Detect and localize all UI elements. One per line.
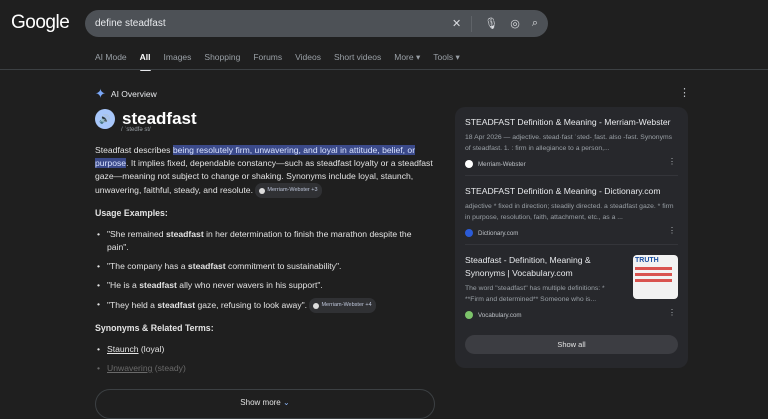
list-item: "The company has a steadfast commitment … [95,260,435,273]
more-options-icon[interactable]: ⋮ [668,157,676,166]
divider [471,15,473,32]
source-snippet: adjective * fixed in direction; steadily… [465,203,674,221]
search-input[interactable]: define steadfast [95,18,440,29]
source-snippet: 18 Apr 2026 — adjective. stead·fast ˈste… [465,134,673,152]
merriam-webster-favicon-icon [465,160,473,168]
thumbnail-text: TRUTH [635,257,659,264]
more-options-icon[interactable]: ⋮ [679,86,690,99]
list-item: Staunch (loyal) [95,343,435,356]
word: steadfast [122,109,197,128]
synonym-link[interactable]: Unwavering [107,363,152,373]
list-item: Unwavering (steady) [95,362,435,375]
search-box[interactable]: define steadfast ✕ 🎙 ◎ ⌕ [85,10,548,37]
dictionary-favicon-icon [465,229,473,237]
source-site: Dictionary.com [478,229,519,237]
clear-icon[interactable]: ✕ [452,17,461,30]
citation-label: Merriam-Webster +4 [321,302,372,308]
source-title[interactable]: Steadfast - Definition, Meaning & Synony… [465,254,625,280]
list-item: "They held a steadfast gaze, refusing to… [95,298,435,313]
source-title[interactable]: STEADFAST Definition & Meaning - Diction… [465,185,678,198]
microphone-icon[interactable]: 🎙 [484,17,498,30]
more-options-icon[interactable]: ⋮ [668,308,676,317]
source-title[interactable]: STEADFAST Definition & Meaning - Merriam… [465,116,678,129]
word-heading: 🔊 steadfast [95,109,197,129]
show-more-button[interactable]: Show more ⌄ [95,389,435,419]
source-snippet: The word "steadfast" has multiple defini… [465,285,605,303]
list-item: "He is a steadfast ally who never wavers… [95,279,435,292]
definition-paragraph: Steadfast describes being resolutely fir… [95,144,435,198]
sparkle-icon: ✦ [95,86,106,101]
citation-label: Merriam-Webster +3 [267,187,318,193]
ai-overview-header: ✦ AI Overview [95,86,157,102]
desc-text: Steadfast describes [95,145,173,155]
synonyms-heading: Synonyms & Related Terms: [95,323,214,333]
source-site: Vocabulary.com [478,311,522,319]
source-card[interactable]: STEADFAST Definition & Meaning - Diction… [465,176,678,245]
merriam-webster-favicon-icon [259,187,266,194]
source-card[interactable]: STEADFAST Definition & Meaning - Merriam… [465,107,678,176]
usage-heading: Usage Examples: [95,208,168,218]
lens-icon[interactable]: ◎ [510,17,520,30]
sources-panel: STEADFAST Definition & Meaning - Merriam… [455,107,688,368]
vocabulary-favicon-icon [465,311,473,319]
list-item: "She remained steadfast in her determina… [95,228,435,254]
google-logo[interactable]: Google [11,12,70,34]
citation-chip[interactable]: Merriam-Webster +3 [255,183,322,198]
source-card[interactable]: Steadfast - Definition, Meaning & Synony… [465,245,678,326]
search-icon[interactable]: ⌕ [532,17,538,30]
ai-overview-body: Steadfast describes being resolutely fir… [95,144,435,381]
source-site: Merriam-Webster [478,160,526,168]
citation-chip[interactable]: Merriam-Webster +4 [309,298,376,313]
pronunciation: / ˈstedfə st/ [121,127,151,133]
show-all-button[interactable]: Show all [465,335,678,354]
synonyms-list: Staunch (loyal) Unwavering (steady) [95,343,435,375]
synonym-link[interactable]: Staunch [107,344,139,354]
merriam-webster-favicon-icon [313,302,320,309]
examples-list: "She remained steadfast in her determina… [95,228,435,313]
source-thumbnail[interactable]: TRUTH [633,255,678,299]
header-divider [0,69,768,70]
speaker-icon[interactable]: 🔊 [95,109,115,129]
more-options-icon[interactable]: ⋮ [668,226,676,235]
ai-overview-label: AI Overview [110,89,157,99]
